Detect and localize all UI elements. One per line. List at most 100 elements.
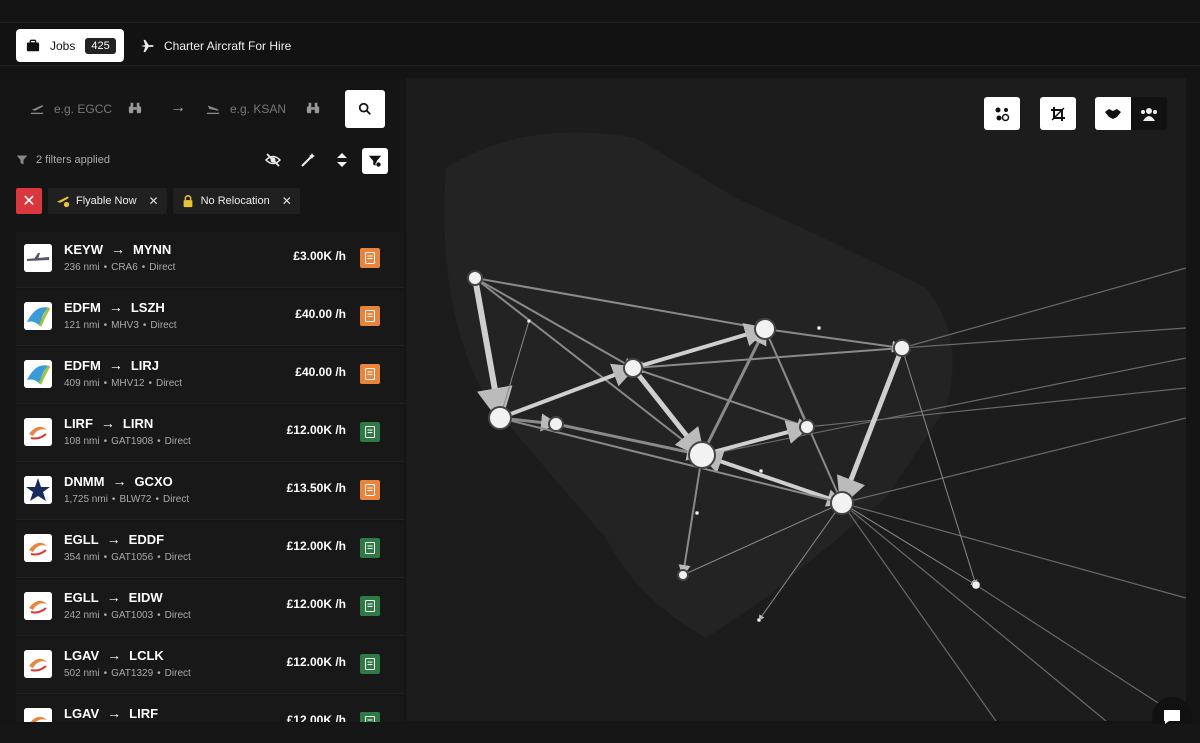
airport-node[interactable] xyxy=(830,491,854,515)
document-icon xyxy=(365,542,375,554)
job-price: £40.00 /h xyxy=(295,307,346,321)
airport-node[interactable] xyxy=(754,318,776,340)
route-map[interactable] xyxy=(406,78,1186,721)
eye-slash-icon[interactable] xyxy=(265,152,281,168)
job-type: Direct xyxy=(163,494,190,505)
airport-node[interactable] xyxy=(526,318,532,324)
job-row[interactable]: EDFM → LIRJ 409 nmi • MHV12 • Direct £40.00 … xyxy=(16,348,404,404)
job-status-tag[interactable] xyxy=(360,306,380,326)
airport-node[interactable] xyxy=(758,468,764,474)
origin-code: EDFM xyxy=(64,299,101,315)
destination-code: GCXO xyxy=(134,473,173,489)
document-icon xyxy=(365,484,375,496)
job-distance: 108 nmi xyxy=(64,436,100,447)
tab-jobs[interactable]: Jobs 425 xyxy=(16,29,124,62)
airport-node[interactable] xyxy=(816,325,822,331)
route-arrow-icon: → xyxy=(108,299,123,315)
job-row[interactable]: LIRF → LIRN 108 nmi • GAT1908 • Direct £12.0… xyxy=(16,406,404,462)
remove-chip-icon[interactable]: ✕ xyxy=(282,194,292,208)
filter-chip-no-relocation[interactable]: No Relocation ✕ xyxy=(172,188,300,214)
tab-charter-aircraft[interactable]: Charter Aircraft For Hire xyxy=(140,29,291,62)
job-row[interactable]: DNMM → GCXO 1,725 nmi • BLW72 • Direct £13.5… xyxy=(16,464,404,520)
destination-placeholder: e.g. KSAN xyxy=(230,102,287,116)
origin-code: EDFM xyxy=(64,357,101,373)
airport-node[interactable] xyxy=(677,569,689,581)
job-row[interactable]: EDFM → LSZH 121 nmi • MHV3 • Direct £40.00 /… xyxy=(16,290,404,346)
airport-node[interactable] xyxy=(623,358,643,378)
filter-chip-flyable[interactable]: Flyable Now ✕ xyxy=(48,188,167,214)
job-status-tag[interactable] xyxy=(360,248,380,268)
job-status-tag[interactable] xyxy=(360,538,380,558)
airport-node[interactable] xyxy=(971,580,981,590)
destination-code: LIRJ xyxy=(130,357,160,373)
clear-filters-button[interactable]: ✕ xyxy=(16,188,42,214)
job-row[interactable]: LGAV → LCLK 502 nmi • GAT1329 • Direct £12.0… xyxy=(16,638,404,694)
origin-input[interactable]: e.g. EGCC xyxy=(30,100,112,118)
job-status-tag[interactable] xyxy=(360,712,380,722)
destination-code: LSZH xyxy=(130,299,165,315)
job-meta: 242 nmi • GAT1003 • Direct xyxy=(64,610,191,621)
takeoff-icon xyxy=(30,105,44,115)
binoculars-icon[interactable] xyxy=(128,101,142,115)
job-status-tag[interactable] xyxy=(360,596,380,616)
job-type: Direct xyxy=(164,552,191,563)
search-button[interactable] xyxy=(345,90,385,128)
job-row[interactable]: EGLL → EIDW 242 nmi • GAT1003 • Direct £12.0… xyxy=(16,580,404,636)
job-route: EGLL → EDDF xyxy=(64,531,164,547)
airport-node[interactable] xyxy=(467,270,483,286)
airline-logo xyxy=(24,708,52,722)
remove-chip-icon[interactable]: ✕ xyxy=(149,194,159,208)
route-line xyxy=(841,502,997,721)
crop-icon xyxy=(1051,106,1065,121)
route-arrow-icon: → xyxy=(100,415,115,431)
handshake-icon xyxy=(1105,108,1121,119)
job-row[interactable]: EGLL → EDDF 354 nmi • GAT1056 • Direct £12.0… xyxy=(16,522,404,578)
crop-button[interactable] xyxy=(1040,97,1076,130)
route-line xyxy=(841,502,977,586)
route-arrow-icon: → xyxy=(107,705,122,721)
job-row[interactable]: LGAV → LIRF •• £12.00K /h xyxy=(16,696,404,722)
filters-toolbar: 2 filters applied xyxy=(16,148,390,174)
job-price: £12.00K /h xyxy=(286,597,346,611)
airport-node[interactable] xyxy=(548,416,564,432)
airport-node[interactable] xyxy=(688,441,716,469)
jobs-sidebar: e.g. EGCC → e.g. KSAN 2 filters applied … xyxy=(0,78,405,728)
job-type: Direct xyxy=(164,610,191,621)
origin-code: LGAV xyxy=(64,705,100,721)
job-type: Direct xyxy=(149,262,176,273)
job-status-tag[interactable] xyxy=(360,422,380,442)
origin-code: LGAV xyxy=(64,647,100,663)
job-price: £13.50K /h xyxy=(286,481,346,495)
users-button[interactable] xyxy=(1131,97,1167,130)
sort-icon[interactable] xyxy=(334,152,350,168)
airport-node[interactable] xyxy=(488,406,512,430)
destination-input[interactable]: e.g. KSAN xyxy=(206,100,286,118)
job-status-tag[interactable] xyxy=(360,364,380,384)
magic-wand-icon[interactable] xyxy=(300,152,316,168)
job-aircraft: CRA6 xyxy=(111,262,138,273)
job-meta: 236 nmi • CRA6 • Direct xyxy=(64,262,176,273)
handshake-button[interactable] xyxy=(1095,97,1131,130)
job-status-tag[interactable] xyxy=(360,654,380,674)
job-route: LGAV → LCLK xyxy=(64,647,164,663)
binoculars-icon[interactable] xyxy=(306,101,320,115)
airline-logo xyxy=(24,302,52,330)
airport-node[interactable] xyxy=(756,617,762,623)
airport-node[interactable] xyxy=(694,510,700,516)
job-type: Direct xyxy=(164,436,191,447)
job-status-tag[interactable] xyxy=(360,480,380,500)
airport-node[interactable] xyxy=(893,339,911,357)
route-arrow-icon: → xyxy=(111,241,125,257)
filter-settings-button[interactable] xyxy=(362,148,388,174)
airline-logo xyxy=(24,534,52,562)
destination-code: LIRN xyxy=(122,415,154,431)
destination-code: EDDF xyxy=(128,531,165,547)
job-row[interactable]: KEYW → MYNN 236 nmi • CRA6 • Direct £3.00K /… xyxy=(16,232,404,288)
job-meta: 108 nmi • GAT1908 • Direct xyxy=(64,436,191,447)
job-price: £40.00 /h xyxy=(295,365,346,379)
briefcase-icon xyxy=(26,39,40,51)
origin-code: DNMM xyxy=(64,473,105,489)
airport-node[interactable] xyxy=(799,419,815,435)
cluster-button[interactable] xyxy=(984,97,1020,130)
job-meta: 121 nmi • MHV3 • Direct xyxy=(64,320,177,331)
